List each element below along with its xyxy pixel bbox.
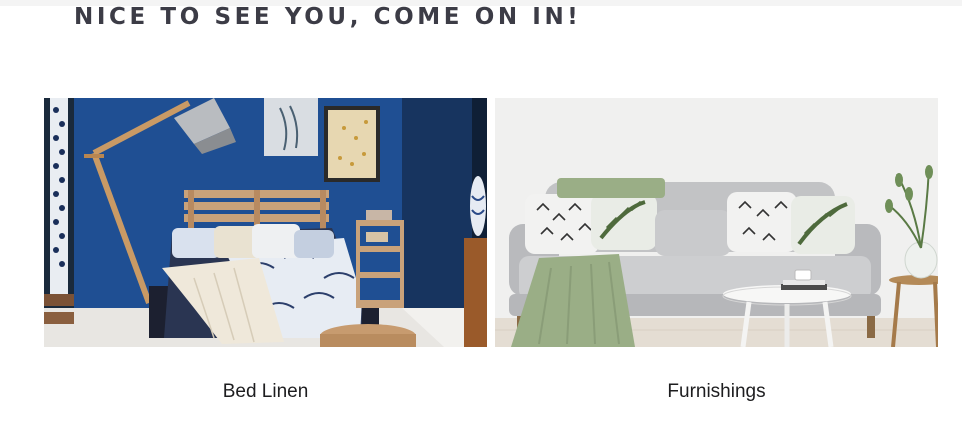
bed-linen-image[interactable] <box>44 98 487 347</box>
page-heading: NICE TO SEE YOU, COME ON IN! <box>74 4 582 30</box>
furnishings-image[interactable] <box>495 98 938 347</box>
bed-linen-label[interactable]: Bed Linen <box>44 381 487 403</box>
category-card-bed-linen[interactable]: Bed Linen <box>44 98 487 402</box>
furnishings-label[interactable]: Furnishings <box>495 381 938 403</box>
category-card-furnishings[interactable]: Furnishings <box>495 98 938 402</box>
